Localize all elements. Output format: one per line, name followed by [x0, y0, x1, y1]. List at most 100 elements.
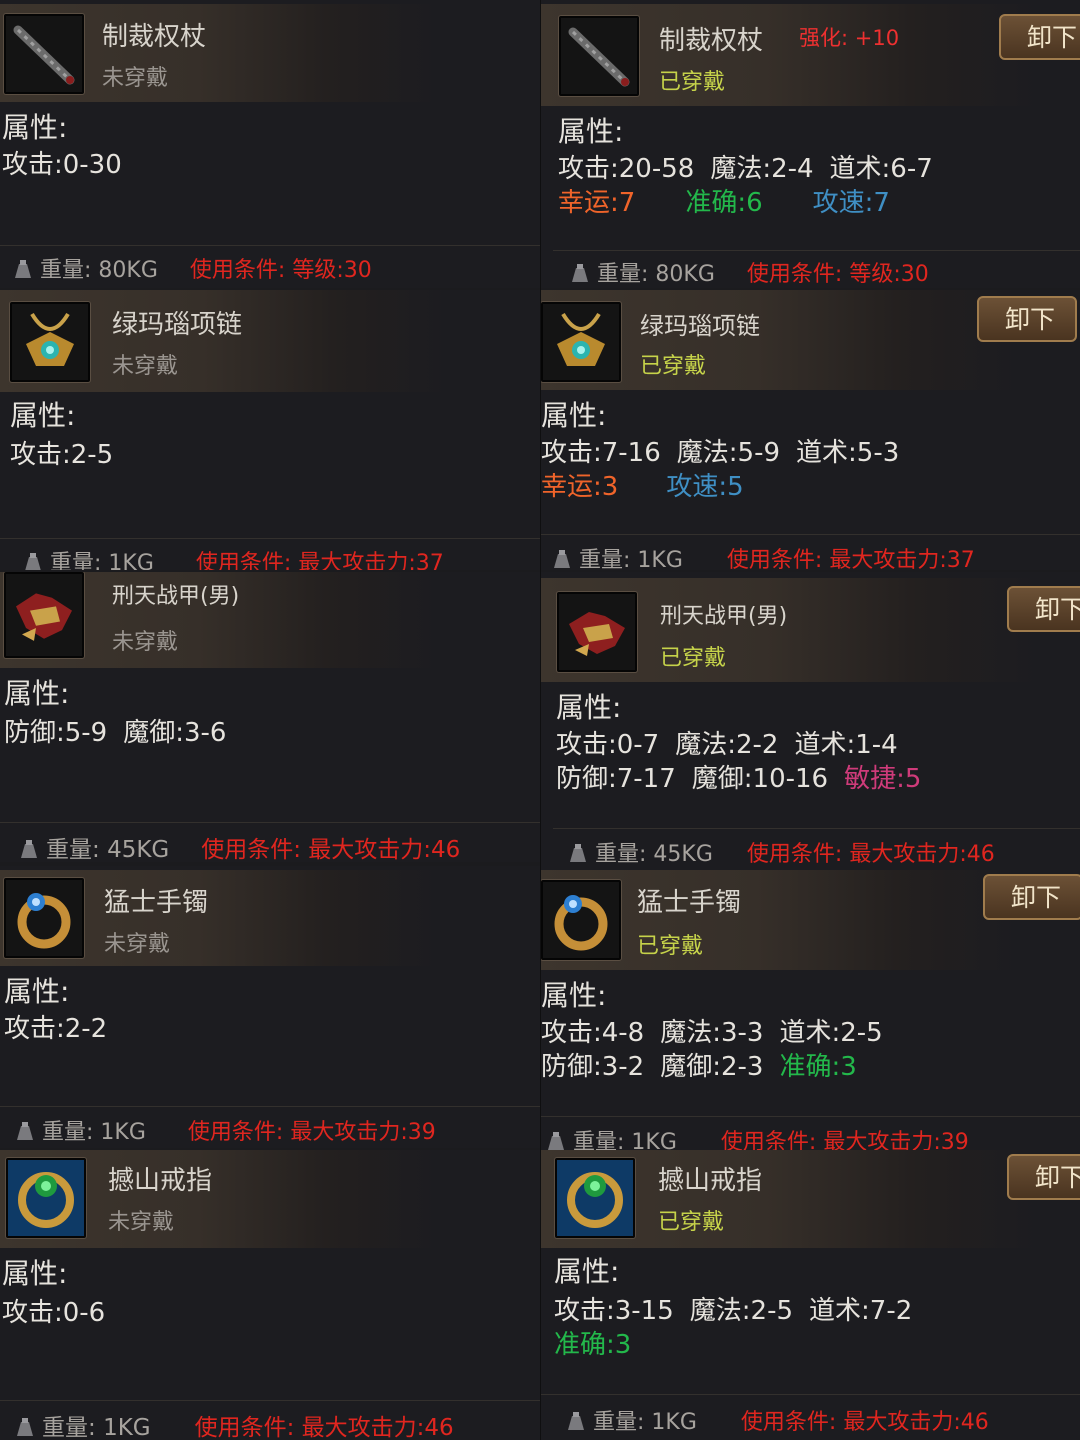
weight-value: 45KG: [653, 842, 713, 866]
item-footer: 重量: 1KG 使用条件: 最大攻击力:37: [551, 542, 975, 570]
unequip-button[interactable]: 卸下: [1007, 1154, 1080, 1200]
equip-status: 已穿戴: [660, 646, 727, 671]
item-card-left: 绿玛瑙项链 未穿戴 属性: 攻击:2-5 重量: 1KG 使用条件: 最大攻击力:…: [0, 290, 540, 570]
divider: [0, 1106, 540, 1107]
equip-status: 已穿戴: [637, 934, 704, 959]
weight-label: 重量:: [50, 551, 102, 570]
attribute-value: 幸运:3: [541, 472, 619, 502]
unequip-button[interactable]: 卸下: [1007, 586, 1080, 632]
attribute-value: 魔法:3-3: [660, 1018, 764, 1048]
requirement-label: 使用条件:: [740, 1410, 837, 1435]
armor-icon: [557, 592, 637, 672]
attribute-line: 防御:3-2 魔御:2-3 准确:3: [541, 1046, 873, 1083]
requirement-label: 使用条件:: [187, 1120, 284, 1145]
item-footer: 重量: 1KG 使用条件: 最大攻击力:46: [14, 1408, 454, 1440]
attribute-line: 攻击:3-15 魔法:2-5 道术:7-2: [554, 1290, 928, 1327]
attribute-value: 攻击:0-6: [2, 1298, 106, 1328]
item-card-right: 猛士手镯 已穿戴 卸下 属性: 攻击:4-8 魔法:3-3 道术:2-5 防御:3-…: [541, 866, 1080, 1152]
divider: [0, 822, 540, 823]
weight-label: 重量:: [40, 258, 92, 283]
item-name: 绿玛瑙项链: [640, 312, 760, 340]
weight-icon: [565, 1410, 587, 1432]
equip-status: 未穿戴: [102, 66, 169, 91]
attribute-value: 敏捷:5: [844, 764, 922, 794]
requirement-value: 最大攻击力:46: [308, 837, 461, 862]
unequip-button[interactable]: 卸下: [983, 874, 1080, 920]
equip-status: 未穿戴: [112, 354, 179, 379]
attribute-line: 准确:3: [554, 1324, 647, 1361]
requirement-value: 等级:30: [292, 258, 372, 283]
divider: [553, 250, 1080, 251]
item-name: 撼山戒指: [108, 1166, 213, 1196]
bracelet-icon: [4, 878, 84, 958]
attribute-line: 幸运:7 准确:6 攻速:7: [558, 182, 906, 219]
attribute-value: 魔御:10-16: [691, 764, 829, 794]
requirement-label: 使用条件:: [194, 1415, 295, 1440]
item-card-left: 猛士手镯 未穿戴 属性: 攻击:2-2 重量: 1KG 使用条件: 最大攻击力:3…: [0, 866, 540, 1148]
weight-value: 45KG: [107, 837, 170, 862]
weight-label: 重量:: [579, 548, 631, 570]
weight-value: 1KG: [103, 1415, 151, 1440]
requirement-value: 等级:30: [849, 262, 929, 287]
weight-value: 1KG: [100, 1120, 146, 1145]
scepter-icon: [559, 16, 639, 96]
attribute-line: 幸运:3 攻速:5: [541, 466, 760, 503]
requirement-value: 最大攻击力:46: [301, 1415, 454, 1440]
item-name: 刑天战甲(男): [660, 604, 788, 629]
unequip-button[interactable]: 卸下: [999, 14, 1080, 60]
requirement-label: 使用条件:: [746, 842, 843, 866]
equip-status: 未穿戴: [112, 630, 179, 655]
attribute-line: 攻击:20-58 魔法:2-4 道术:6-7: [558, 148, 949, 185]
equip-status: 已穿戴: [658, 1210, 725, 1235]
divider: [541, 534, 1080, 535]
item-footer: 重量: 80KG 使用条件: 等级:30: [12, 252, 372, 284]
item-name: 制裁权杖: [102, 22, 207, 52]
item-card-right: 制裁权杖 强化: +10 已穿戴 卸下 属性: 攻击:20-58 魔法:2-4 道术…: [541, 0, 1080, 288]
attribute-line: 攻击:4-8 魔法:3-3 道术:2-5: [541, 1012, 899, 1049]
attribute-value: 防御:5-9: [4, 718, 108, 748]
item-name: 刑天战甲(男): [112, 584, 240, 609]
attribute-value: 魔御:2-3: [660, 1052, 764, 1082]
attributes-title: 属性:: [10, 399, 76, 432]
attribute-value: 攻击:4-8: [541, 1018, 645, 1048]
divider: [0, 538, 540, 539]
divider: [541, 1394, 1080, 1395]
item-footer: 重量: 1KG 使用条件: 最大攻击力:39: [545, 1124, 969, 1152]
weight-value: 1KG: [108, 551, 154, 570]
necklace-icon: [541, 302, 621, 382]
item-card-right: 撼山戒指 已穿戴 卸下 属性: 攻击:3-15 魔法:2-5 道术:7-2 准确:3…: [541, 1150, 1080, 1440]
item-card-right: 刑天战甲(男) 已穿戴 卸下 属性: 攻击:0-7 魔法:2-2 道术:1-4 防御…: [541, 572, 1080, 866]
weight-icon: [14, 1120, 36, 1142]
weight-value: 80KG: [655, 262, 715, 287]
attribute-value: 道术:6-7: [829, 154, 933, 184]
attributes-title: 属性:: [2, 1257, 68, 1290]
attribute-line: 攻击:0-6: [2, 1292, 121, 1329]
equip-status: 未穿戴: [104, 932, 171, 957]
attribute-line: 防御:7-17 魔御:10-16 敏捷:5: [556, 758, 937, 795]
attribute-value: 魔法:2-2: [675, 730, 779, 760]
attribute-value: 攻速:5: [666, 472, 744, 502]
ring-icon: [6, 1158, 86, 1238]
weight-value: 80KG: [98, 258, 158, 283]
unequip-button[interactable]: 卸下: [977, 296, 1077, 342]
item-name: 猛士手镯: [637, 888, 742, 918]
requirement-value: 最大攻击力:37: [829, 548, 975, 570]
item-card-left: 撼山戒指 未穿戴 属性: 攻击:0-6 重量: 1KG 使用条件: 最大攻击力:4…: [0, 1150, 540, 1440]
item-footer: 重量: 1KG 使用条件: 最大攻击力:37: [22, 545, 444, 570]
equip-status: 已穿戴: [659, 70, 726, 95]
attribute-value: 准确:3: [554, 1330, 632, 1360]
item-footer: 重量: 80KG 使用条件: 等级:30: [569, 256, 929, 288]
attribute-line: 攻击:0-30: [2, 144, 138, 181]
item-footer: 重量: 45KG 使用条件: 最大攻击力:46: [18, 830, 460, 862]
item-footer: 重量: 1KG 使用条件: 最大攻击力:46: [565, 1404, 989, 1436]
attribute-value: 魔法:2-5: [689, 1296, 794, 1326]
attributes-title: 属性:: [558, 115, 624, 148]
requirement-value: 最大攻击力:37: [298, 551, 444, 570]
requirement-value: 最大攻击力:39: [823, 1130, 969, 1152]
enhance-level: 强化: +10: [799, 26, 900, 50]
divider: [553, 828, 1080, 829]
attribute-value: 准确:3: [779, 1052, 857, 1082]
attribute-value: 魔法:5-9: [676, 438, 781, 468]
attribute-value: 魔御:3-6: [123, 718, 227, 748]
requirement-label: 使用条件:: [195, 551, 292, 570]
